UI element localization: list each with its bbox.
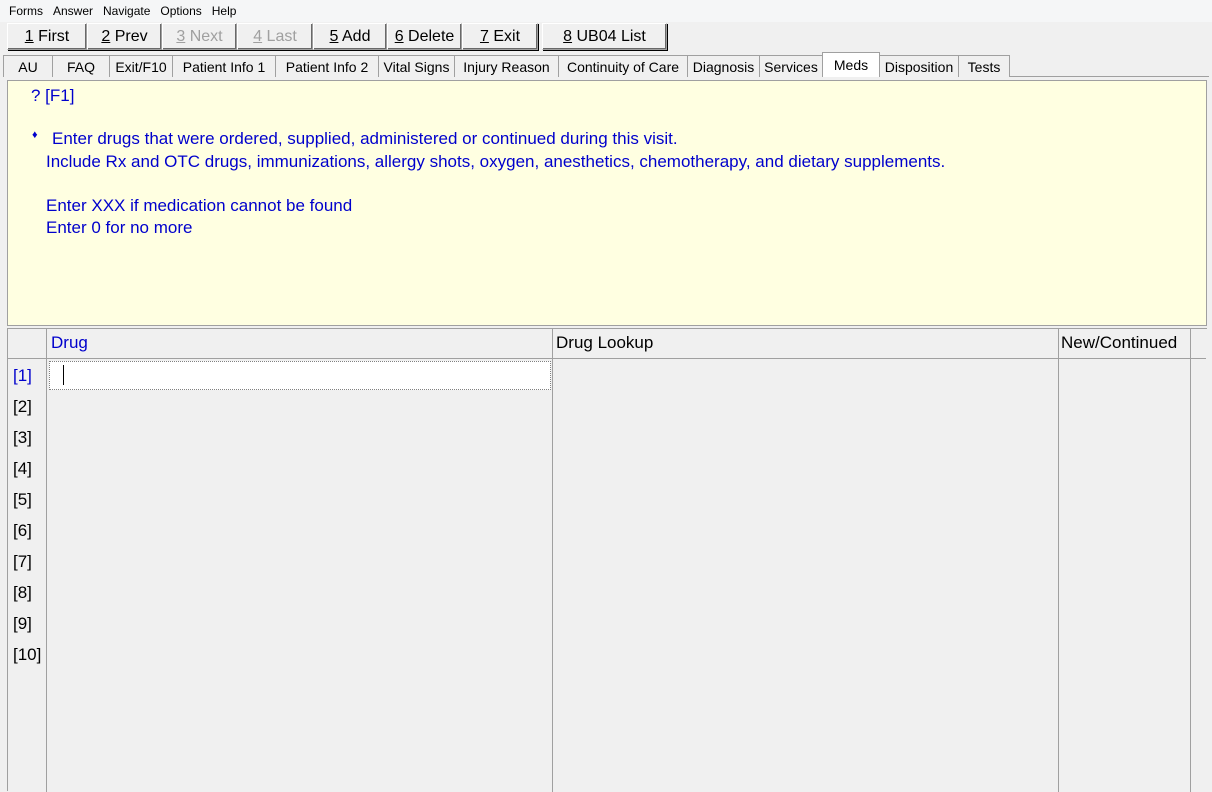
help-line-2: Include Rx and OTC drugs, immunizations,…	[46, 152, 946, 171]
col-divider	[1190, 329, 1191, 792]
exit-label: Exit	[488, 27, 521, 45]
text-caret	[63, 365, 64, 385]
last-hotkey: 4	[253, 27, 263, 45]
menu-answer[interactable]: Answer	[48, 0, 98, 22]
tab-tests[interactable]: Tests	[958, 55, 1010, 77]
menu-help[interactable]: Help	[207, 0, 242, 22]
next-button[interactable]: 3 Next	[162, 23, 237, 50]
row-label: [6]	[13, 521, 32, 540]
first-button[interactable]: 1 First	[7, 23, 87, 50]
ub04-list-button[interactable]: 8 UB04 List	[542, 23, 667, 50]
exit-hotkey: 7	[479, 27, 489, 45]
toolbar: 1 First 2 Prev 3 Next 4 Last 5 Add 6 Del…	[7, 23, 667, 51]
prev-hotkey: 2	[101, 27, 111, 45]
help-line-3: Enter XXX if medication cannot be found	[46, 196, 353, 215]
menu-forms[interactable]: Forms	[4, 0, 48, 22]
tab-continuity-of-care[interactable]: Continuity of Care	[558, 55, 688, 77]
row-label: [7]	[13, 552, 32, 571]
tab-meds[interactable]: Meds	[822, 52, 880, 77]
row-label: [3]	[13, 428, 32, 447]
first-hotkey: 1	[24, 27, 34, 45]
row-label: [2]	[13, 397, 32, 416]
first-label: First	[33, 27, 70, 45]
tab-au[interactable]: AU	[3, 55, 53, 77]
next-label: Next	[185, 27, 223, 45]
tab-injury-reason[interactable]: Injury Reason	[454, 55, 559, 77]
meds-grid: Drug Drug Lookup New/Continued [1] [2] […	[7, 328, 1207, 792]
tab-strip: AU FAQ Exit/F10 Patient Info 1 Patient I…	[3, 52, 1010, 77]
delete-hotkey: 6	[394, 27, 404, 45]
column-header-drug[interactable]: Drug	[51, 333, 88, 353]
ub04-hotkey: 8	[563, 27, 573, 45]
add-hotkey: 5	[329, 27, 339, 45]
row-label: [9]	[13, 614, 32, 633]
tab-faq[interactable]: FAQ	[52, 55, 110, 77]
help-panel: ? [F1] ♦ Enter drugs that were ordered, …	[7, 80, 1207, 326]
col-divider	[46, 329, 47, 792]
help-line-1: Enter drugs that were ordered, supplied,…	[52, 129, 678, 148]
drug-input[interactable]	[49, 361, 551, 390]
header-divider	[8, 358, 1206, 359]
column-header-drug-lookup[interactable]: Drug Lookup	[556, 333, 653, 353]
menu-navigate[interactable]: Navigate	[98, 0, 155, 22]
last-button[interactable]: 4 Last	[237, 23, 313, 50]
row-label: [8]	[13, 583, 32, 602]
menu-bar: Forms Answer Navigate Options Help	[0, 0, 1212, 22]
ub04-label: UB04 List	[572, 27, 646, 45]
row-label: [4]	[13, 459, 32, 478]
prev-button[interactable]: 2 Prev	[87, 23, 162, 50]
exit-button[interactable]: 7 Exit	[462, 23, 538, 50]
prev-label: Prev	[110, 27, 148, 45]
menu-options[interactable]: Options	[155, 0, 206, 22]
tab-disposition[interactable]: Disposition	[879, 55, 959, 77]
tab-patient-info-1[interactable]: Patient Info 1	[172, 55, 276, 77]
last-label: Last	[262, 27, 297, 45]
tab-services[interactable]: Services	[759, 55, 823, 77]
next-hotkey: 3	[176, 27, 186, 45]
add-button[interactable]: 5 Add	[313, 23, 387, 50]
tab-diagnosis[interactable]: Diagnosis	[687, 55, 760, 77]
delete-label: Delete	[403, 27, 455, 45]
diamond-bullet-icon: ♦	[32, 129, 38, 141]
row-label: [10]	[13, 645, 42, 664]
column-header-new-continued[interactable]: New/Continued	[1061, 333, 1177, 353]
tab-patient-info-2[interactable]: Patient Info 2	[275, 55, 379, 77]
help-f1-prompt: ? [F1]	[31, 86, 75, 105]
col-divider	[1058, 329, 1059, 792]
add-label: Add	[338, 27, 371, 45]
delete-button[interactable]: 6 Delete	[387, 23, 462, 50]
col-divider	[552, 329, 553, 792]
row-label: [1]	[13, 366, 32, 385]
tab-vital-signs[interactable]: Vital Signs	[378, 55, 455, 77]
help-line-4: Enter 0 for no more	[46, 218, 193, 237]
row-label: [5]	[13, 490, 32, 509]
tab-exit-f10[interactable]: Exit/F10	[109, 55, 173, 77]
